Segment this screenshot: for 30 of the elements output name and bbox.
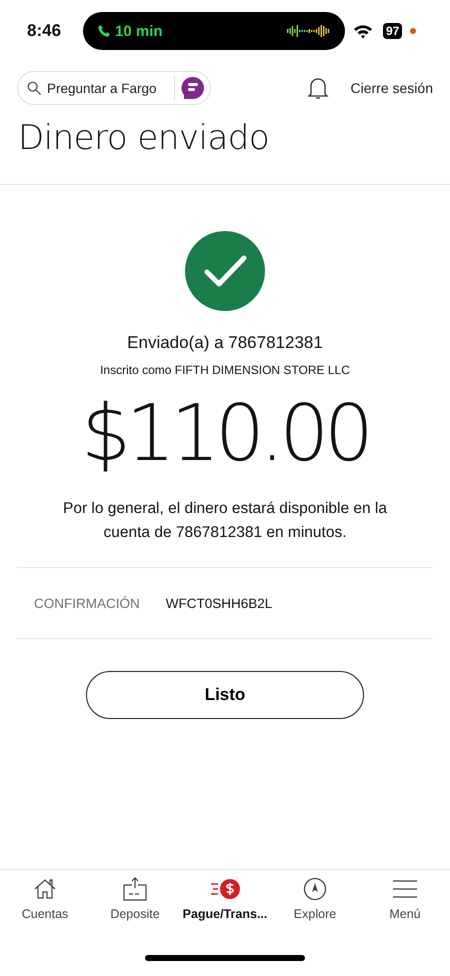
availability-message: Por lo general, el dinero estará disponible en la cuenta de 7867812381 en minutos. (62, 499, 388, 543)
page-title: Dinero enviado (18, 118, 270, 158)
logout-link[interactable]: Cierre sesión (350, 80, 433, 96)
call-duration: 10 min (115, 22, 164, 40)
status-time: 8:46 (27, 21, 62, 41)
recipient-text: Enviado(a) a 7867812381 (127, 333, 323, 353)
dollar-send-icon (209, 876, 241, 902)
confirmation-code: WFCT0SHH6B2L (166, 596, 272, 610)
tab[interactable]: Deposite (90, 876, 180, 940)
phone-icon (97, 24, 111, 38)
search-field[interactable]: Preguntar a Fargo (17, 71, 211, 105)
tab[interactable]: Explore (270, 876, 360, 940)
tab[interactable]: Pague/Trans... (180, 876, 270, 940)
waveform-icon (287, 24, 331, 38)
tab[interactable]: Cuentas (0, 876, 90, 940)
search-icon (27, 81, 42, 96)
compass-icon (303, 876, 327, 902)
checkmark-icon (185, 231, 265, 311)
confirmation-label: CONFIRMACIÓN (34, 596, 140, 610)
recording-dot-icon (410, 28, 416, 34)
deposit-icon (122, 876, 148, 902)
bell-icon[interactable] (306, 76, 329, 100)
call-pill[interactable]: 10 min (83, 12, 345, 50)
enrolled-name: Inscrito como FIFTH DIMENSION STORE LLC (100, 363, 350, 377)
battery-indicator: 97 (383, 23, 402, 39)
tab[interactable]: Menú (360, 876, 450, 940)
amount: $110.00 (81, 389, 369, 479)
chat-bubble-icon (181, 76, 205, 100)
wifi-icon (353, 24, 373, 38)
done-button[interactable]: Listo (86, 671, 364, 719)
